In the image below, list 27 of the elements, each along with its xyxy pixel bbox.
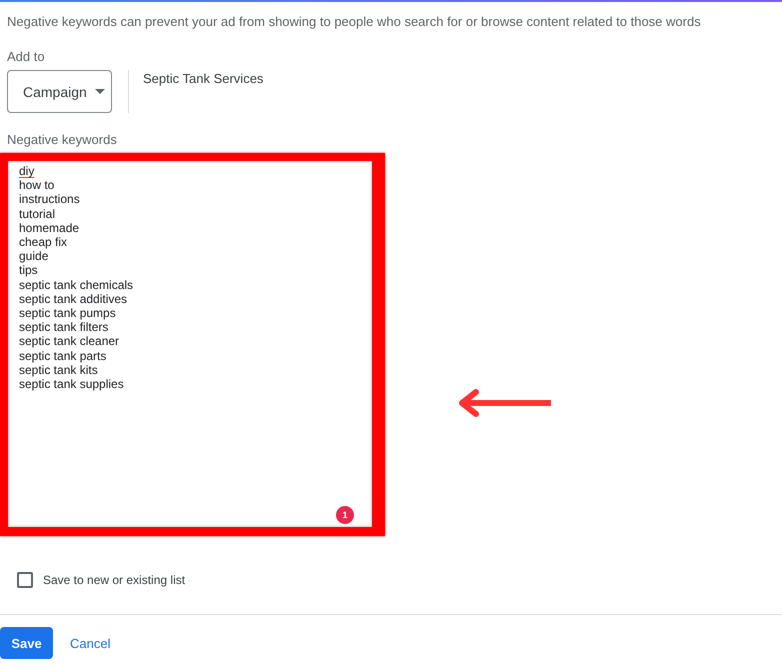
count-badge: 1	[336, 506, 354, 524]
negative-keywords-label: Negative keywords	[7, 132, 118, 148]
keyword-text: tutorial	[19, 206, 56, 221]
campaign-name: Septic Tank Services	[143, 71, 264, 87]
save-list-checkbox[interactable]	[17, 572, 33, 588]
campaign-dropdown[interactable]: Campaign	[7, 70, 112, 113]
cancel-button[interactable]: Cancel	[70, 627, 110, 659]
keyword-text: septic tank filters	[19, 320, 108, 334]
keyword-text: septic tank supplies	[19, 377, 124, 392]
keyword-text: how to	[19, 178, 54, 192]
keyword-text: tips	[19, 263, 38, 278]
save-button[interactable]: Save	[0, 627, 53, 659]
caret-icon	[94, 89, 105, 94]
keyword-text: septic tank chemicals	[19, 278, 134, 292]
keyword-text: diy	[19, 164, 34, 178]
keyword-text: septic tank parts	[19, 348, 106, 363]
keyword-text: septic tank kits	[19, 362, 98, 378]
add-to-label: Add to	[7, 49, 46, 65]
description-text: Negative keywords can prevent your ad from showing to people who search for or browse content related to those words	[7, 14, 702, 30]
keyword-text: guide	[19, 249, 48, 264]
keyword-text: cheap fix	[19, 235, 68, 250]
keyword-text: septic tank cleaner	[19, 334, 120, 349]
keyword-text: homemade	[19, 220, 80, 236]
keyword-text: instructions	[19, 192, 80, 207]
keyword-text: septic tank pumps	[19, 306, 116, 320]
keyword-text: septic tank additives	[19, 292, 128, 306]
checkbox-label: Save to new or existing list	[43, 573, 186, 587]
